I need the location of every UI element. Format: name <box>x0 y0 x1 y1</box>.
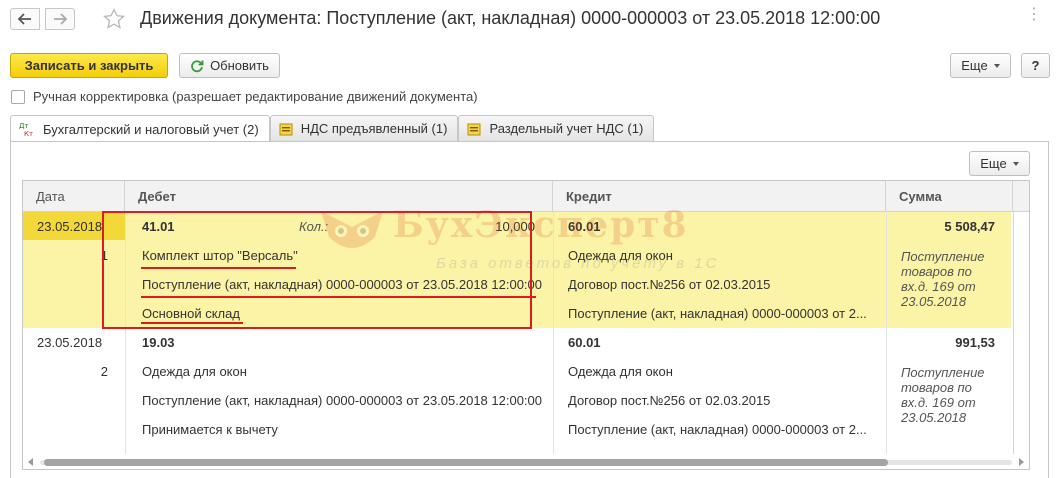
credit-subconto-3: Поступление (акт, накладная) 0000-000003… <box>568 422 867 437</box>
chevron-down-icon <box>993 63 1000 68</box>
credit-subconto-1: Одежда для окон <box>568 364 673 379</box>
content-line: 23.05.2018 <box>901 410 967 425</box>
tab-accounting-label: Бухгалтерский и налоговый учет (2) <box>43 121 259 137</box>
horizontal-scrollbar[interactable] <box>22 455 1030 469</box>
quantity-label: Кол.: <box>299 219 329 234</box>
tab-vat-claimed-label: НДС предъявленный (1) <box>300 121 448 136</box>
table-row[interactable]: 23.05.2018 1 41.01 Кол.: 10,000 Комплект… <box>23 212 1011 328</box>
column-header-debit[interactable]: Дебет <box>125 181 553 212</box>
annotation-underline <box>141 267 296 269</box>
content-line: товаров по <box>901 264 972 279</box>
back-button[interactable] <box>10 8 40 30</box>
credit-subconto-2: Договор пост.№256 от 02.03.2015 <box>568 277 771 292</box>
register-icon <box>279 122 293 136</box>
table-row[interactable]: 23.05.2018 2 19.03 Одежда для окон Посту… <box>23 328 1011 444</box>
tab-separate-vat-label: Раздельный учет НДС (1) <box>489 121 644 136</box>
debit-subconto-1: Одежда для окон <box>142 364 247 379</box>
debit-subconto-1: Комплект штор "Версаль" <box>142 248 298 263</box>
scroll-gutter-divider <box>1013 212 1014 454</box>
tab-accounting[interactable]: Дт Кт Бухгалтерский и налоговый учет (2) <box>10 115 270 142</box>
dt-kt-icon: Дт Кт <box>19 121 35 137</box>
row-number: 1 <box>100 248 108 263</box>
column-divider <box>886 212 887 454</box>
column-divider <box>553 212 554 454</box>
manual-edit-checkbox-row[interactable]: Ручная корректировка (разрешает редактир… <box>11 89 478 104</box>
annotation-underline <box>141 322 243 324</box>
scroll-thumb[interactable] <box>44 459 888 466</box>
favorite-star-icon[interactable] <box>102 7 126 31</box>
debit-subconto-2: Поступление (акт, накладная) 0000-000003… <box>142 393 543 408</box>
manual-edit-label: Ручная корректировка (разрешает редактир… <box>33 89 478 104</box>
content-line: Поступление <box>901 249 985 264</box>
row-content: Поступление товаров по вх.д. 169 от 23.0… <box>901 365 985 425</box>
credit-subconto-1: Одежда для окон <box>568 248 673 263</box>
register-icon <box>467 122 481 136</box>
tab-separate-vat[interactable]: Раздельный учет НДС (1) <box>458 115 655 141</box>
content-line: Поступление <box>901 365 985 380</box>
tab-panel-border <box>10 141 1049 142</box>
column-header-date[interactable]: Дата <box>23 181 125 212</box>
debit-account: 41.01 <box>142 219 175 234</box>
page-title: Движения документа: Поступление (акт, на… <box>140 8 881 28</box>
refresh-icon <box>191 59 204 72</box>
row-date: 23.05.2018 <box>37 219 103 234</box>
svg-text:Дт: Дт <box>19 122 29 130</box>
column-header-credit[interactable]: Кредит <box>553 181 886 212</box>
row-content: Поступление товаров по вх.д. 169 от 23.0… <box>901 249 985 309</box>
content-line: вх.д. 169 от <box>901 395 976 410</box>
table-header: Дата Дебет Кредит Сумма <box>23 181 1029 212</box>
tab-panel-border-left <box>10 141 11 478</box>
content-line: вх.д. 169 от <box>901 279 976 294</box>
save-and-close-label: Записать и закрыть <box>24 58 154 73</box>
column-divider <box>125 212 126 454</box>
chevron-down-icon <box>1012 161 1019 166</box>
content-line: 23.05.2018 <box>901 294 967 309</box>
tab-panel-border-right <box>1048 141 1049 478</box>
credit-account: 60.01 <box>568 219 601 234</box>
row-sum: 5 508,47 <box>944 219 995 234</box>
svg-text:Кт: Кт <box>24 130 33 137</box>
row-date: 23.05.2018 <box>37 335 103 350</box>
debit-account: 19.03 <box>142 335 175 350</box>
row-sum: 991,53 <box>955 335 995 350</box>
help-button[interactable]: ? <box>1021 53 1050 78</box>
tab-vat-claimed[interactable]: НДС предъявленный (1) <box>269 115 459 141</box>
credit-subconto-2: Договор пост.№256 от 02.03.2015 <box>568 393 771 408</box>
table-more-label: Еще <box>980 156 1007 171</box>
postings-table[interactable]: Дата Дебет Кредит Сумма 23.05.2018 1 41.… <box>22 180 1030 470</box>
refresh-label: Обновить <box>210 58 269 73</box>
scroll-right-icon[interactable] <box>1019 458 1024 466</box>
more-menu-button[interactable]: Еще <box>950 53 1011 78</box>
manual-edit-checkbox[interactable] <box>11 89 25 104</box>
more-menu-label: Еще <box>961 58 988 73</box>
save-and-close-button[interactable]: Записать и закрыть <box>10 53 168 78</box>
arrow-left-icon <box>18 13 31 25</box>
scroll-left-icon[interactable] <box>28 458 33 466</box>
arrow-right-icon <box>54 13 67 25</box>
forward-button[interactable] <box>45 8 75 30</box>
debit-subconto-3: Принимается к вычету <box>142 422 278 437</box>
debit-subconto-2: Поступление (акт, накладная) 0000-000003… <box>142 277 543 292</box>
content-line: товаров по <box>901 380 972 395</box>
window-menu-icon[interactable]: ⋮ <box>1026 4 1043 24</box>
credit-account: 60.01 <box>568 335 601 350</box>
tab-bar: Дт Кт Бухгалтерский и налоговый учет (2)… <box>10 115 655 142</box>
annotation-underline <box>141 296 536 298</box>
refresh-button[interactable]: Обновить <box>179 53 280 78</box>
row-number: 2 <box>100 364 108 379</box>
column-header-sum[interactable]: Сумма <box>886 181 1013 212</box>
table-more-button[interactable]: Еще <box>969 151 1030 176</box>
quantity-value: 10,000 <box>495 219 535 234</box>
help-label: ? <box>1031 58 1040 73</box>
credit-subconto-3: Поступление (акт, накладная) 0000-000003… <box>568 306 867 321</box>
debit-subconto-3: Основной склад <box>142 306 240 321</box>
